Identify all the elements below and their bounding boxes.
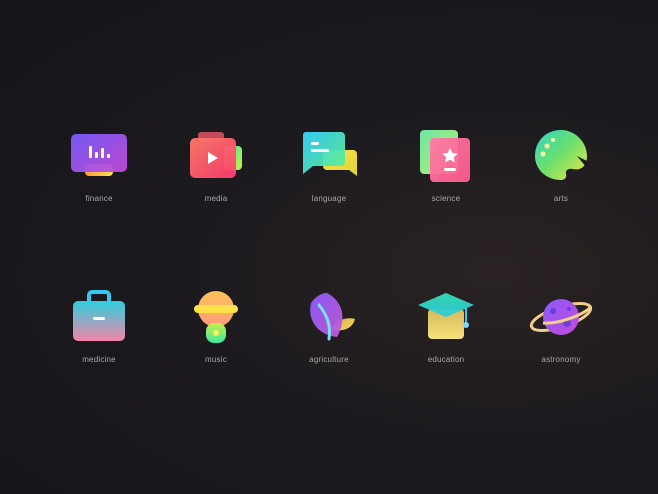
icon-label-music: music [205,355,227,364]
icon-tile-science[interactable]: science [391,128,501,238]
astronomy-icon [529,299,593,335]
icon-tile-language[interactable]: language [274,128,384,238]
education-icon [418,293,474,339]
icon-tile-media[interactable]: media [161,128,271,238]
agriculture-icon [310,293,355,341]
finance-icon [71,134,127,176]
icon-label-language: language [311,194,347,203]
icon-tile-medicine[interactable]: medicine [44,289,154,399]
icon-label-media: media [204,194,228,203]
icon-tile-arts[interactable]: arts [506,128,616,238]
media-icon [190,132,242,178]
medicine-icon [73,290,125,341]
icon-label-agriculture: agriculture [309,355,349,364]
icon-label-medicine: medicine [82,355,116,364]
language-icon [302,132,357,176]
icon-tile-agriculture[interactable]: agriculture [274,289,384,399]
icon-tile-astronomy[interactable]: astronomy [506,289,616,399]
science-icon [420,130,470,182]
icon-label-science: science [431,194,461,203]
icon-label-education: education [427,355,465,364]
icon-tile-music[interactable]: music [161,289,271,399]
music-icon [194,291,238,343]
icon-label-finance: finance [85,194,113,203]
icon-tile-finance[interactable]: finance [44,128,154,238]
icon-label-arts: arts [553,194,569,203]
arts-icon [535,130,589,180]
icon-label-astronomy: astronomy [541,355,581,364]
icon-showcase: { "icons": [ {"label": "finance", "icon"… [0,0,658,494]
icon-tile-education[interactable]: education [391,289,501,399]
